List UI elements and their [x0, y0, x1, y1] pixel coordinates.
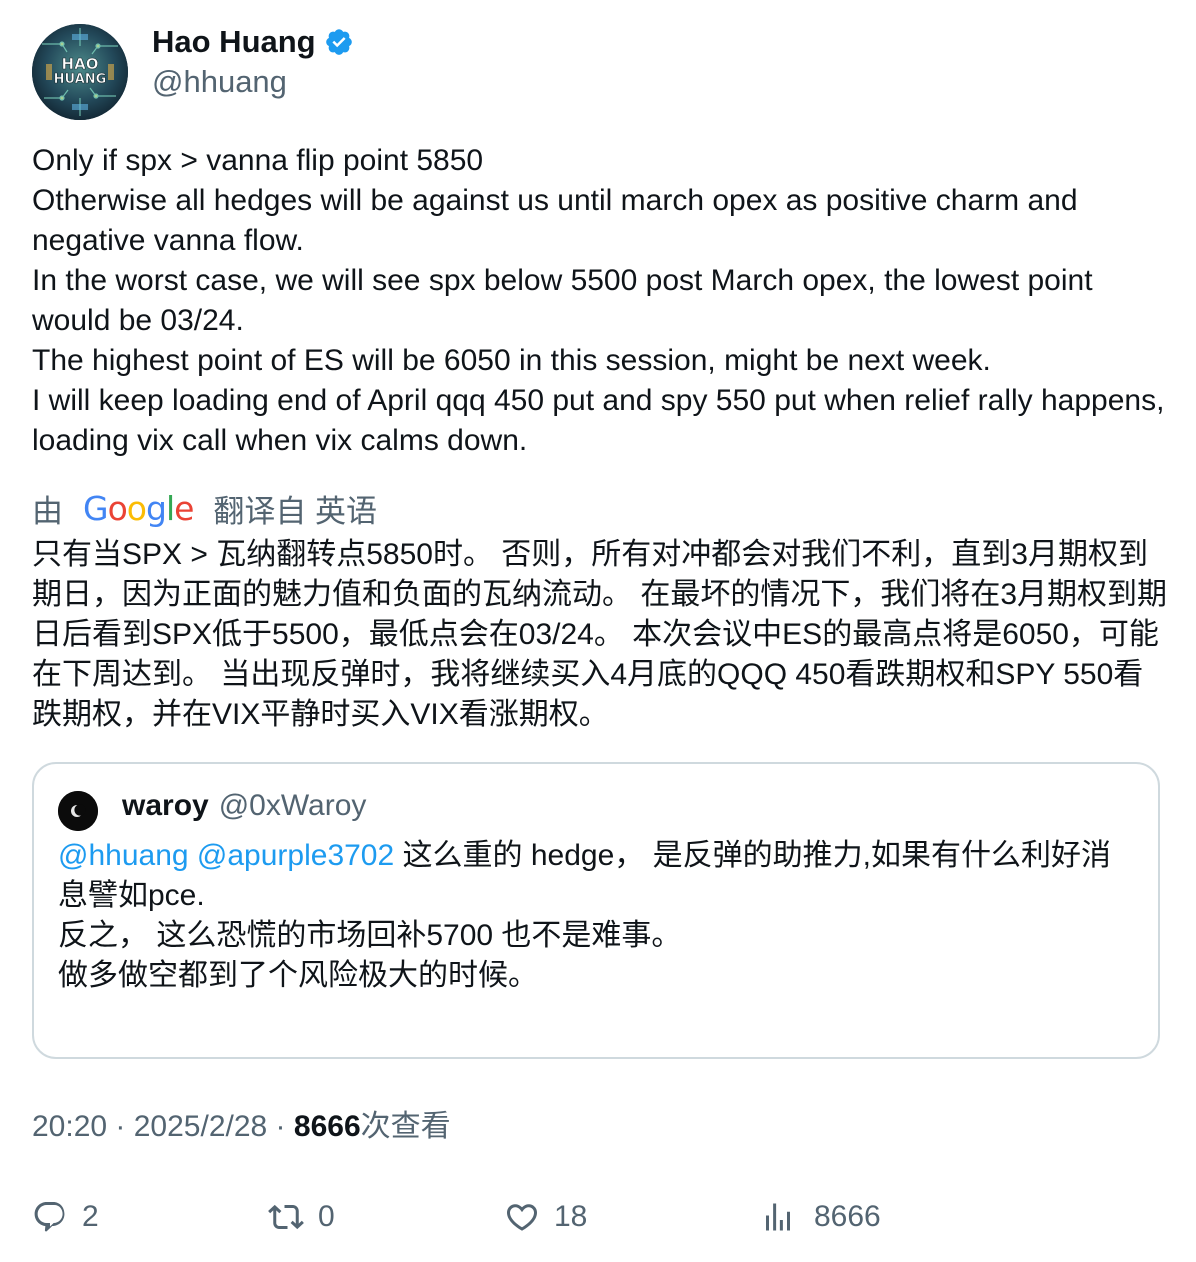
translation-source-label: 翻译自 英语 — [213, 493, 378, 529]
mention-link[interactable]: @apurple3702 — [197, 839, 394, 872]
views-count: 8666 — [293, 1110, 361, 1143]
reply-count: 2 — [82, 1200, 99, 1233]
meta-separator: · — [267, 1110, 294, 1143]
quoted-tweet-card[interactable]: waroy @0xWaroy @hhuang @apurple3702 这么重的… — [32, 762, 1160, 1059]
repost-count: 0 — [318, 1200, 335, 1233]
repost-icon — [268, 1204, 304, 1230]
meta-separator: · — [107, 1110, 134, 1143]
analytics-icon — [766, 1203, 790, 1231]
svg-text:HAO: HAO — [62, 55, 99, 73]
quoted-line: 做多做空都到了个风险极大的时候。 — [58, 959, 538, 992]
repost-button[interactable]: 0 — [268, 1195, 335, 1239]
tweet-actions: 2 0 18 8666 — [32, 1195, 1172, 1239]
svg-text:HUANG: HUANG — [54, 72, 107, 87]
tweet-meta: 20:20 · 2025/2/28 · 8666次查看 — [32, 1107, 451, 1147]
quoted-line: 反之， 这么恐慌的市场回补5700 也不是难事。 — [58, 919, 682, 952]
author-handle[interactable]: @hhuang — [152, 62, 354, 102]
author-display-name[interactable]: Hao Huang — [152, 24, 316, 60]
quoted-author-avatar[interactable] — [58, 791, 98, 831]
reply-icon — [34, 1202, 65, 1232]
translation-attribution[interactable]: 由 Google 翻译自 英语 — [32, 486, 377, 530]
tweet-header: HAO HUANG Hao Huang @hhuang — [32, 24, 354, 120]
tweet-line: The highest point of ES will be 6050 in … — [32, 344, 991, 377]
reply-button[interactable]: 2 — [32, 1195, 99, 1239]
views-action-count: 8666 — [814, 1200, 881, 1233]
quoted-tweet-header: waroy @0xWaroy — [58, 786, 367, 831]
tweet-text: Only if spx > vanna flip point 5850 Othe… — [32, 141, 1172, 461]
quoted-author-name[interactable]: waroy — [122, 789, 209, 823]
tweet-line: Otherwise all hedges will be against us … — [32, 184, 1078, 257]
like-button[interactable]: 18 — [504, 1195, 587, 1239]
translated-text: 只有当SPX > 瓦纳翻转点5850时。 否则，所有对冲都会对我们不利，直到3月… — [32, 538, 1168, 731]
author-name-block: Hao Huang @hhuang — [152, 24, 354, 102]
author-avatar[interactable]: HAO HUANG — [32, 24, 128, 120]
tweet-line: I will keep loading end of April qqq 450… — [32, 384, 1165, 457]
views-label: 次查看 — [360, 1110, 451, 1143]
quoted-line: @hhuang @apurple3702 这么重的 hedge， 是反弹的助推力… — [58, 836, 1138, 916]
tweet-date[interactable]: 2025/2/28 — [134, 1110, 267, 1143]
heart-icon — [506, 1204, 538, 1231]
views-button[interactable]: 8666 — [760, 1195, 881, 1239]
quoted-tweet-text: @hhuang @apurple3702 这么重的 hedge， 是反弹的助推力… — [58, 836, 1138, 996]
quoted-author-handle[interactable]: @0xWaroy — [219, 789, 367, 823]
moon-icon — [58, 791, 98, 831]
google-logo: Google — [83, 488, 194, 528]
display-name-row: Hao Huang — [152, 24, 354, 60]
translation-prefix: 由 — [32, 493, 63, 529]
tweet-line: Only if spx > vanna flip point 5850 — [32, 144, 484, 177]
like-count: 18 — [554, 1200, 588, 1233]
tweet-time[interactable]: 20:20 — [32, 1110, 107, 1143]
avatar-art: HAO HUANG — [32, 24, 128, 120]
verified-badge-icon[interactable] — [324, 27, 354, 57]
mention-link[interactable]: @hhuang — [58, 839, 189, 872]
tweet-line: In the worst case, we will see spx below… — [32, 264, 1093, 337]
